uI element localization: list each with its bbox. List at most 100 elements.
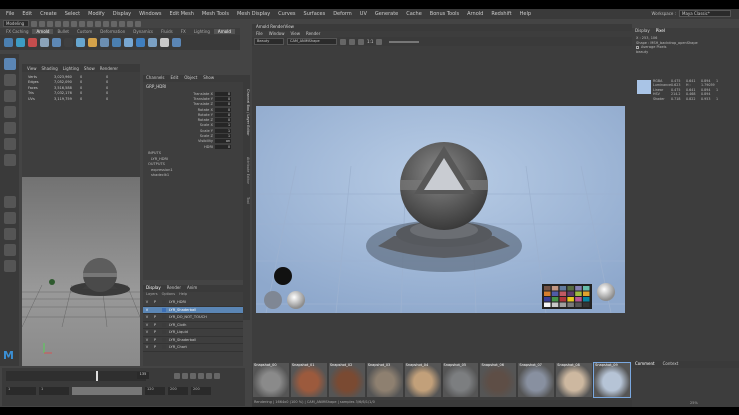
channel-box-menu-channels[interactable]: Channels (146, 75, 165, 82)
ipr-render-icon[interactable] (127, 20, 133, 27)
layer-row[interactable]: V P LYR_Liquid (143, 329, 243, 337)
shelf-tool-icon[interactable] (4, 38, 13, 47)
playback-toggle[interactable]: P (151, 330, 159, 334)
last-tool-icon[interactable] (3, 154, 16, 166)
menu-set-dropdown[interactable]: Modeling (3, 20, 29, 27)
menu-edit[interactable]: Edit (18, 11, 36, 17)
go-to-end-icon[interactable] (214, 373, 220, 379)
viewport-menu-shading[interactable]: Shading (42, 66, 58, 71)
layer-row[interactable]: V P LYR_Shaderball (143, 337, 243, 344)
visibility-toggle[interactable]: V (143, 323, 151, 327)
attribute-value-field[interactable]: 0 (215, 144, 231, 149)
aov-dropdown[interactable]: Beauty (254, 38, 284, 45)
anim-layers-tab[interactable]: Anim (187, 285, 197, 292)
menu-create[interactable]: Create (36, 11, 61, 17)
renderview-menu-window[interactable]: Window (269, 31, 285, 37)
menu-redshift[interactable]: Redshift (487, 11, 515, 17)
snapshot-thumbnail[interactable]: Snapshot_08 (556, 363, 593, 397)
viewport-menu-renderer[interactable]: Renderer (100, 66, 118, 71)
select-hierarchy-icon[interactable] (71, 20, 77, 27)
shelf-tool-icon[interactable] (148, 38, 157, 47)
menu-bonus-tools[interactable]: Bonus Tools (426, 11, 463, 17)
layout-four-icon[interactable] (3, 212, 16, 224)
visibility-toggle[interactable]: V (143, 308, 151, 312)
menu-generate[interactable]: Generate (371, 11, 402, 17)
step-forward-icon[interactable] (206, 373, 212, 379)
output-node[interactable]: shadeclk1 (148, 173, 238, 179)
render-settings-icon[interactable] (135, 20, 141, 27)
range-bar[interactable] (72, 387, 142, 395)
new-scene-icon[interactable] (31, 20, 37, 27)
attribute-editor-tab[interactable]: Attribute Editor (243, 150, 250, 190)
playback-toggle[interactable]: P (151, 338, 159, 342)
channel-box-menu-show[interactable]: Show (203, 75, 214, 82)
snapshot-thumbnail[interactable]: Snapshot_07 (518, 363, 555, 397)
attribute-value-field[interactable]: 0 (215, 112, 231, 117)
shelf-tool-icon[interactable] (52, 38, 61, 47)
menu-mesh-display[interactable]: Mesh Display (233, 11, 274, 17)
shelf-tab-custom[interactable]: Custom (73, 29, 96, 34)
layer-row[interactable]: V P LYR_Chart (143, 344, 243, 352)
channel-box-menu-object[interactable]: Object (184, 75, 197, 82)
shelf-tool-icon[interactable] (16, 38, 25, 47)
playback-toggle[interactable]: P (151, 315, 159, 319)
visibility-toggle[interactable]: V (143, 300, 151, 304)
workspace-selector[interactable]: Workspace : Maya Classic* (652, 10, 731, 17)
snapshot-thumbnail[interactable]: Snapshot_04 (404, 363, 441, 397)
help-menu[interactable]: Help (179, 292, 187, 299)
viewport-menu-lighting[interactable]: Lighting (63, 66, 79, 71)
snapshot-thumbnail[interactable]: Snapshot_05 (442, 363, 479, 397)
layer-color-swatch[interactable] (162, 337, 166, 342)
go-to-start-icon[interactable] (174, 373, 180, 379)
start-time-field[interactable]: 1 (6, 387, 36, 395)
checkbox-icon[interactable] (636, 45, 639, 49)
select-component-icon[interactable] (87, 20, 93, 27)
stop-render-icon[interactable] (349, 38, 355, 45)
shelf-tool-icon[interactable] (112, 38, 121, 47)
exposure-slider[interactable] (389, 40, 420, 43)
attribute-value-field[interactable]: 0 (215, 118, 231, 123)
shelf-tool-icon[interactable] (28, 38, 37, 47)
menu-mesh-tools[interactable]: Mesh Tools (198, 11, 233, 17)
attribute-value-field[interactable]: 0 (215, 91, 231, 96)
playback-toggle[interactable]: P (151, 345, 159, 349)
shelf-tool-icon[interactable] (136, 38, 145, 47)
menu-arnold[interactable]: Arnold (463, 11, 487, 17)
rotate-tool-icon[interactable] (3, 122, 16, 134)
visibility-toggle[interactable]: V (143, 338, 151, 342)
visibility-toggle[interactable]: V (143, 315, 151, 319)
layer-color-swatch[interactable] (162, 330, 166, 335)
shelf-tab-dynamics[interactable]: Dynamics (129, 29, 157, 34)
attribute-value-field[interactable]: 0 (215, 107, 231, 112)
layer-color-swatch[interactable] (162, 300, 166, 305)
render-image[interactable] (256, 106, 625, 313)
tool-settings-tab[interactable]: Tool (243, 193, 250, 207)
attribute-value-field[interactable]: on (215, 139, 231, 144)
open-scene-icon[interactable] (39, 20, 45, 27)
snap-grid-icon[interactable] (95, 20, 101, 27)
channel-box-tab[interactable]: Channel Box / Layer Editor (243, 77, 250, 147)
viewport-3d[interactable] (21, 177, 141, 366)
shelf-tool-icon[interactable] (124, 38, 133, 47)
range-start-field[interactable]: 1 (39, 387, 69, 395)
attribute-value-field[interactable]: 1 (215, 123, 231, 128)
menu-curves[interactable]: Curves (274, 11, 299, 17)
menu-deform[interactable]: Deform (329, 11, 356, 17)
shelf-tool-icon[interactable] (40, 38, 49, 47)
menu-windows[interactable]: Windows (135, 11, 165, 17)
scale-tool-icon[interactable] (3, 138, 16, 150)
viewport-menu-show[interactable]: Show (84, 66, 95, 71)
options-menu[interactable]: Options (162, 292, 176, 299)
layer-row[interactable]: V P LYR_Cloth (143, 322, 243, 329)
attribute-value-field[interactable]: 1 (215, 128, 231, 133)
renderview-menu-render[interactable]: Render (306, 31, 320, 37)
renderview-menu-file[interactable]: File (256, 31, 263, 37)
layers-menu[interactable]: Layers (146, 292, 158, 299)
layer-row[interactable]: V P LYR_DO_NOT_TOUCH (143, 314, 243, 322)
playback-toggle[interactable]: P (151, 300, 159, 304)
shelf-tab-fluids[interactable]: Fluids (157, 29, 177, 34)
select-tool-icon[interactable] (3, 58, 16, 70)
shelf-tab-deformation[interactable]: Deformation (96, 29, 129, 34)
shelf-tool-icon[interactable] (100, 38, 109, 47)
menu-file[interactable]: File (2, 11, 18, 17)
